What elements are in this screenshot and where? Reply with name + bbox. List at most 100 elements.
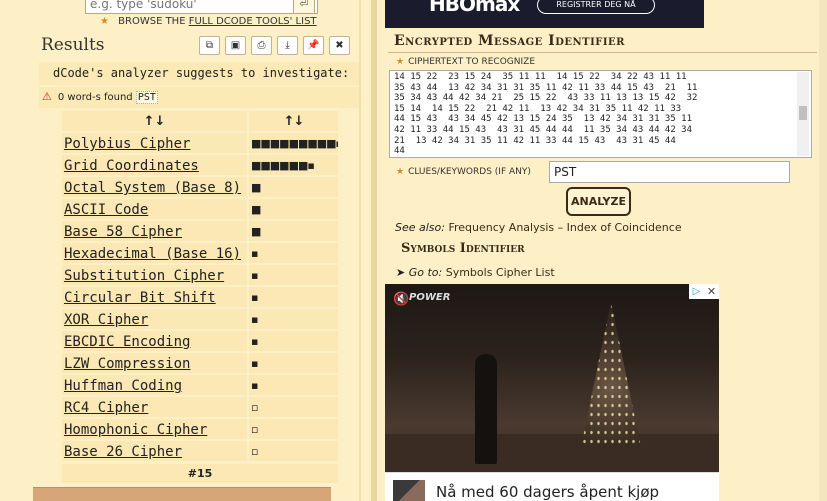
cipher-name-cell: XOR Cipher [62, 309, 247, 329]
score-bar-cell: ■ [249, 199, 338, 219]
cipher-link[interactable]: RC4 Cipher [64, 400, 148, 416]
goto-row: ➤ Go to: Symbols Cipher List [396, 266, 555, 279]
see-also-prefix: See also: [395, 221, 445, 234]
score-bar-cell: ▪ [249, 287, 338, 307]
hbo-ad-banner[interactable]: HBOmax REGISTRER DEG NÅ [385, 0, 704, 28]
search-input[interactable] [85, 0, 318, 14]
save-icon[interactable]: ▣ [225, 36, 246, 55]
cipher-name-cell: Octal System (Base 8) [62, 177, 247, 197]
ad-banner[interactable]: Nå med 60 dagers åpent kjøp [385, 472, 719, 501]
cipher-name-cell: Homophonic Cipher [62, 419, 247, 439]
textarea-scrollbar[interactable] [797, 72, 809, 156]
cipher-name-cell: Hexadecimal (Base 16) [62, 243, 247, 263]
cipher-link[interactable]: Base 26 Cipher [64, 444, 182, 460]
results-count: #15 [62, 464, 338, 483]
results-table: ↑↓ ↑↓ Polybius Cipher ■■■■■■■■■▪ Grid Coor… [62, 111, 338, 463]
cipher-link[interactable]: Huffman Coding [64, 378, 182, 394]
cipher-link[interactable]: Hexadecimal (Base 16) [64, 246, 241, 262]
score-bar-cell: ▫ [249, 441, 338, 461]
copy-icon[interactable]: ⧉ [199, 36, 220, 55]
browse-prefix: BROWSE THE [118, 16, 186, 27]
video-ad[interactable]: 🔇 POWER ▷ ✕ [385, 284, 719, 472]
adchoices-icon[interactable]: ▷ [689, 284, 704, 299]
cipher-link[interactable]: Circular Bit Shift [64, 290, 216, 306]
analyze-button[interactable]: ANALYZE [566, 187, 631, 216]
score-bar-cell: ▫ [249, 419, 338, 439]
words-found-tag: PST [135, 91, 158, 104]
star-icon: ★ [396, 57, 405, 67]
score-bar-cell: ▪ [249, 353, 338, 373]
panel-divider [371, 0, 377, 501]
right-background [719, 284, 827, 501]
banner-text: Nå med 60 dagers åpent kjøp [436, 483, 660, 501]
cipher-name-cell: Polybius Cipher [62, 133, 247, 153]
cipher-name-cell: Huffman Coding [62, 375, 247, 395]
cipher-name-cell: Base 58 Cipher [62, 221, 247, 241]
cipher-name-cell: Circular Bit Shift [62, 287, 247, 307]
tree-lights [581, 302, 641, 447]
browse-tools-link-row: ★ BROWSE THE FULL DCODE TOOLS' LIST [100, 16, 317, 27]
ciphertext-label-text: CIPHERTEXT TO RECOGNIZE [408, 57, 536, 67]
clues-label: ★ CLUES/KEYWORDS (IF ANY) [396, 167, 531, 177]
cipher-link[interactable]: Octal System (Base 8) [64, 180, 241, 196]
score-bar-cell: ■■■■■■■■■▪ [249, 133, 338, 153]
score-bar-cell: ■ [249, 221, 338, 241]
cipher-link[interactable]: Substitution Cipher [64, 268, 224, 284]
cipher-link[interactable]: XOR Cipher [64, 312, 148, 328]
score-bar-cell: ■ [249, 177, 338, 197]
video-logo: POWER [409, 292, 451, 303]
cipher-link[interactable]: Homophonic Cipher [64, 422, 207, 438]
cipher-name-cell: Base 26 Cipher [62, 441, 247, 461]
goto-prefix: ➤ Go to: [396, 266, 443, 279]
cipher-name-cell: RC4 Cipher [62, 397, 247, 417]
cipher-link[interactable]: EBCDIC Encoding [64, 334, 190, 350]
pin-icon[interactable]: 📌 [303, 36, 324, 55]
page-scrollbar[interactable] [819, 0, 827, 501]
ciphertext-textarea[interactable]: 14 15 22 23 15 24 35 11 11 14 15 22 34 2… [389, 70, 812, 158]
print-icon[interactable]: ⎙ [251, 36, 272, 55]
full-tools-list-link[interactable]: FULL DCODE TOOLS' LIST [189, 16, 317, 27]
cipher-name-cell: EBCDIC Encoding [62, 331, 247, 351]
enter-icon[interactable]: ⏎ [293, 0, 315, 14]
table-row: Base 58 Cipher ■ [62, 221, 338, 243]
ciphertext-label: ★ CIPHERTEXT TO RECOGNIZE [396, 57, 535, 67]
score-bar-cell: ▫ [249, 397, 338, 417]
frequency-analysis-link[interactable]: Frequency Analysis [448, 221, 554, 234]
clues-input[interactable]: PST [549, 161, 790, 183]
symbols-cipher-list-link[interactable]: Symbols Cipher List [446, 266, 555, 279]
symbols-identifier-link[interactable]: Symbols Identifier [401, 241, 525, 256]
table-row: EBCDIC Encoding ▪ [62, 331, 338, 353]
title-underline [388, 52, 817, 53]
cipher-link[interactable]: ASCII Code [64, 202, 148, 218]
results-title: Results [41, 35, 105, 55]
index-of-coincidence-link[interactable]: Index of Coincidence [567, 221, 682, 234]
cipher-link[interactable]: Polybius Cipher [64, 136, 190, 152]
warning-icon: ⚠ [42, 90, 52, 103]
table-row: Homophonic Cipher ▫ [62, 419, 338, 441]
scrollbar-thumb[interactable] [799, 106, 807, 120]
hbo-cta-button[interactable]: REGISTRER DEG NÅ [537, 0, 655, 14]
sort-score-header[interactable]: ↑↓ [249, 111, 338, 131]
table-row: Base 26 Cipher ▫ [62, 441, 338, 463]
person-silhouette [475, 354, 497, 464]
score-bar-cell: ■■■■■■▪ [249, 155, 338, 175]
table-row: LZW Compression ▪ [62, 353, 338, 375]
cipher-name-cell: ASCII Code [62, 199, 247, 219]
hbo-logo: HBOmax [429, 0, 520, 16]
identifier-title: Encrypted Message Identifier [394, 33, 625, 49]
see-also-separator: – [557, 221, 564, 234]
table-row: ASCII Code ■ [62, 199, 338, 221]
cipher-link[interactable]: Grid Coordinates [64, 158, 199, 174]
close-ad-icon[interactable]: ✕ [704, 284, 719, 299]
words-found-row: ⚠ 0 word-s found PST [39, 87, 359, 108]
star-icon: ★ [100, 16, 109, 27]
score-bar-cell: ▪ [249, 331, 338, 351]
cipher-link[interactable]: Base 58 Cipher [64, 224, 182, 240]
mute-icon[interactable]: 🔇 [393, 292, 409, 307]
see-also-row: See also: Frequency Analysis – Index of … [395, 221, 682, 234]
sort-name-header[interactable]: ↑↓ [62, 111, 247, 131]
download-icon[interactable]: ⤓ [277, 36, 298, 55]
ad-strip [33, 487, 331, 501]
cipher-link[interactable]: LZW Compression [64, 356, 190, 372]
close-icon[interactable]: ✖ [329, 36, 350, 55]
